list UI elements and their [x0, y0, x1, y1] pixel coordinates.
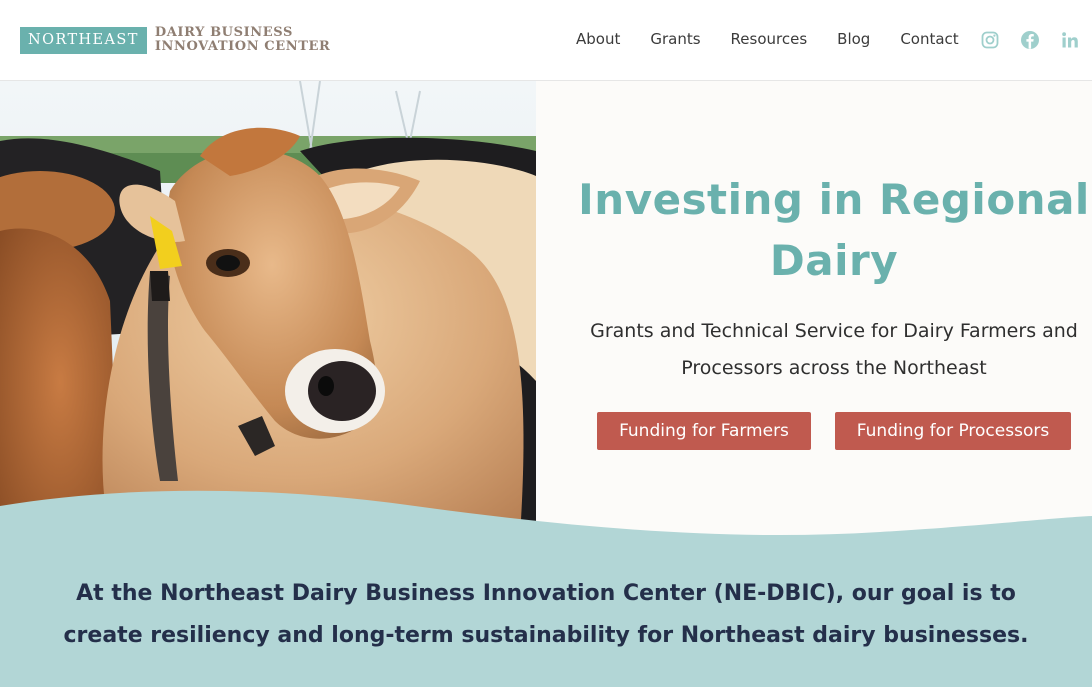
- hero-title-line-1: Investing in Regional: [578, 175, 1090, 224]
- logo-line-2: INNOVATION CENTER: [154, 39, 331, 54]
- mission-line-2: create resiliency and long-term sustaina…: [63, 623, 1029, 648]
- social-links: [980, 30, 1080, 50]
- nav-resources[interactable]: Resources: [731, 29, 808, 49]
- hero-title-line-2: Dairy: [769, 236, 899, 285]
- hero-title: Investing in Regional Dairy: [536, 169, 1092, 291]
- facebook-icon[interactable]: [1020, 30, 1040, 50]
- funding-for-farmers-button[interactable]: Funding for Farmers: [597, 412, 811, 450]
- nav-blog[interactable]: Blog: [837, 29, 870, 49]
- funding-for-processors-button[interactable]: Funding for Processors: [835, 412, 1071, 450]
- site-logo[interactable]: NORTHEAST DAIRY BUSINESS INNOVATION CENT…: [20, 25, 330, 55]
- hero-subtitle-line-1: Grants and Technical Service for Dairy F…: [590, 320, 1078, 342]
- logo-wordmark: DAIRY BUSINESS INNOVATION CENTER: [155, 26, 331, 54]
- hero-subtitle-line-2: Processors across the Northeast: [681, 357, 987, 379]
- mission-line-1: At the Northeast Dairy Business Innovati…: [76, 581, 1016, 606]
- nav-contact[interactable]: Contact: [900, 29, 958, 49]
- nav-grants[interactable]: Grants: [650, 29, 700, 49]
- logo-northeast-box: NORTHEAST: [20, 26, 147, 54]
- hero-subtitle: Grants and Technical Service for Dairy F…: [576, 313, 1092, 387]
- main-nav: About Grants Resources Blog Contact: [576, 29, 959, 49]
- hero-content: Investing in Regional Dairy Grants and T…: [536, 81, 1092, 536]
- linkedin-icon[interactable]: [1060, 30, 1080, 50]
- hero-image-jersey-cow: [0, 81, 536, 536]
- logo-line-1: DAIRY BUSINESS: [154, 25, 293, 40]
- wave-divider: [0, 490, 1092, 550]
- nav-about[interactable]: About: [576, 29, 620, 49]
- instagram-icon[interactable]: [980, 30, 1000, 50]
- mission-statement: At the Northeast Dairy Business Innovati…: [40, 573, 1052, 657]
- site-header: NORTHEAST DAIRY BUSINESS INNOVATION CENT…: [0, 0, 1092, 81]
